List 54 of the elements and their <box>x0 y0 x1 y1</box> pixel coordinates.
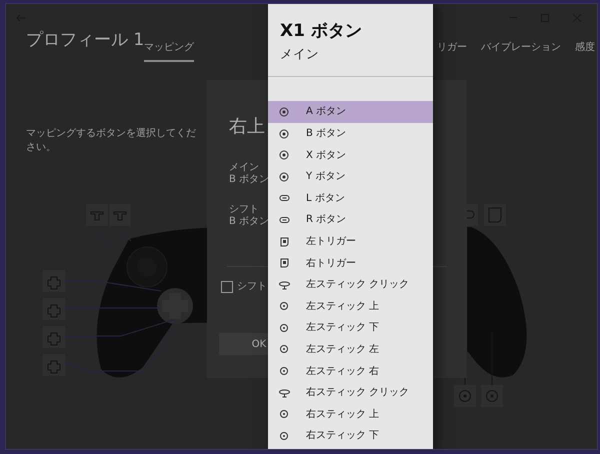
dialog-title: 右上 <box>229 118 265 136</box>
menu-item[interactable]: X ボタン <box>268 144 433 166</box>
menu-item[interactable]: 左スティック クリック <box>268 274 433 296</box>
stick-click-icon <box>279 280 290 290</box>
checkbox[interactable] <box>221 281 233 293</box>
tab[interactable]: 感度 <box>575 42 595 60</box>
stick-icon <box>279 301 290 312</box>
menu-item[interactable]: R ボタン <box>268 209 433 231</box>
face-button-icon[interactable] <box>454 385 476 407</box>
field-value: B ボタン <box>229 216 270 228</box>
circle-button-icon <box>279 106 290 117</box>
bumper-icon <box>279 214 290 225</box>
field-value: B ボタン <box>229 174 270 186</box>
circle-button-icon <box>279 128 290 139</box>
bumper-icon <box>279 193 290 204</box>
paddle-icon[interactable] <box>43 270 65 292</box>
menu-item[interactable]: A ボタン <box>268 101 433 123</box>
profile-title: プロフィール 1 <box>26 32 144 52</box>
circle-button-icon <box>279 150 290 160</box>
menu-item[interactable]: 右トリガー <box>268 252 433 274</box>
menu-item[interactable]: 左スティック 上 <box>268 295 433 318</box>
tab[interactable]: バイブレーション <box>481 42 561 60</box>
field-label: メイン <box>229 162 259 174</box>
face-button-icon[interactable] <box>481 385 503 407</box>
menu-item[interactable]: 右スティック 上 <box>268 403 433 426</box>
menu-item[interactable]: B ボタン <box>268 122 433 144</box>
menu-subtitle: メイン <box>280 45 320 64</box>
paddle-icon[interactable] <box>43 326 65 348</box>
trigger-icon <box>279 236 290 246</box>
tab[interactable]: マッピング <box>144 42 194 62</box>
menu-item[interactable]: 右スティック 下 <box>268 425 433 447</box>
circle-button-icon <box>279 172 290 182</box>
stick-icon <box>279 344 290 354</box>
menu-item[interactable]: L ボタン <box>268 188 433 210</box>
instruction-text: マッピングするボタンを選択してください。 <box>26 127 196 154</box>
trigger-paddle-icon[interactable] <box>86 204 108 226</box>
stick-icon <box>279 430 290 441</box>
menu-item[interactable]: 左トリガー <box>268 230 433 252</box>
checkbox-label: シフト <box>237 281 267 293</box>
stick-icon <box>279 322 290 333</box>
paddle-icon[interactable] <box>43 298 65 320</box>
menu-item[interactable]: 左スティック 右 <box>268 360 433 382</box>
paddle-icon[interactable] <box>43 354 65 376</box>
stick-icon <box>279 409 290 420</box>
trigger-icon <box>279 258 290 268</box>
trigger-icon[interactable] <box>484 204 506 226</box>
field-label: シフト <box>229 204 259 216</box>
menu-item[interactable]: 右スティック クリック <box>268 382 433 404</box>
tab[interactable]: リガー <box>437 42 467 60</box>
menu-item[interactable]: Y ボタン <box>268 166 433 188</box>
stick-click-icon <box>279 388 290 398</box>
stick-icon <box>279 366 290 376</box>
trigger-paddle-icon[interactable] <box>109 204 131 226</box>
menu-title: X1 ボタン <box>280 21 363 42</box>
